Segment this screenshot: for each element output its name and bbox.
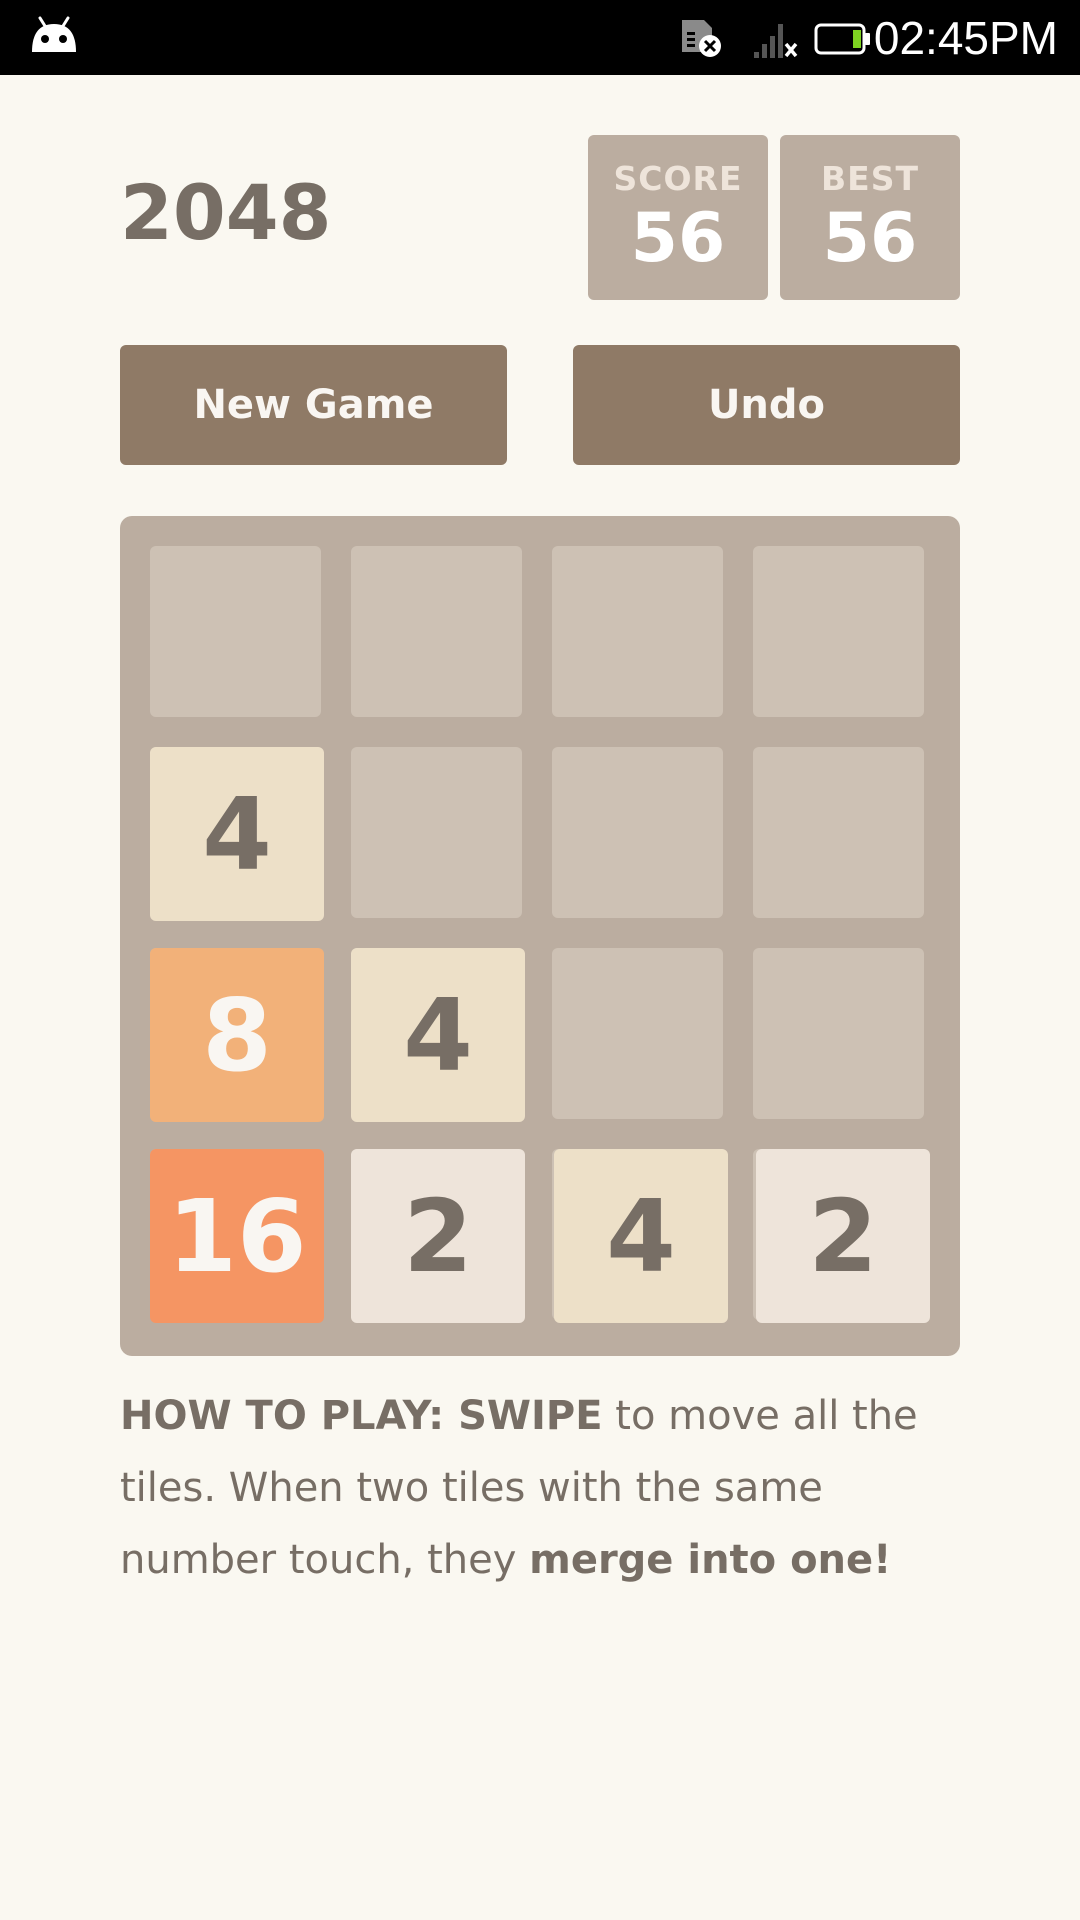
grid-cell — [552, 948, 723, 1119]
grid-cell — [150, 546, 321, 717]
best-label: BEST — [821, 159, 919, 198]
grid-cell — [552, 747, 723, 918]
how-to-play-tail: merge into one! — [529, 1537, 892, 1583]
undo-button[interactable]: Undo — [573, 345, 960, 465]
grid-cell — [552, 546, 723, 717]
battery-icon — [814, 23, 870, 55]
tile-4: 4 — [351, 948, 525, 1122]
tile-4: 4 — [150, 747, 324, 921]
best-score-box: BEST 56 — [780, 135, 960, 300]
new-game-button[interactable]: New Game — [120, 345, 507, 465]
score-box: SCORE 56 — [588, 135, 768, 300]
best-value: 56 — [822, 199, 918, 278]
how-to-play-text: HOW TO PLAY: SWIPE to move all the tiles… — [120, 1380, 960, 1596]
grid-cell — [351, 747, 522, 918]
score-label: SCORE — [613, 159, 743, 198]
tile-16: 16 — [150, 1149, 324, 1323]
score-value: 56 — [630, 199, 726, 278]
status-clock: 02:45PM — [873, 12, 1058, 64]
how-to-play-lead: HOW TO PLAY: SWIPE — [120, 1393, 603, 1439]
game-title: 2048 — [120, 168, 332, 257]
grid-cell — [351, 546, 522, 717]
sim-card-error-icon — [682, 20, 721, 57]
game-board[interactable]: 4 8 4 16 2 4 2 — [120, 516, 960, 1356]
no-signal-icon — [754, 24, 798, 58]
tile-8: 8 — [150, 948, 324, 1122]
tile-2: 2 — [756, 1149, 930, 1323]
tile-2: 2 — [351, 1149, 525, 1323]
tile-4: 4 — [554, 1149, 728, 1323]
status-bar: 02:45PM — [0, 0, 1080, 75]
grid-cell — [753, 546, 924, 717]
grid-cell — [753, 747, 924, 918]
android-icon — [32, 16, 76, 52]
grid-cell — [753, 948, 924, 1119]
